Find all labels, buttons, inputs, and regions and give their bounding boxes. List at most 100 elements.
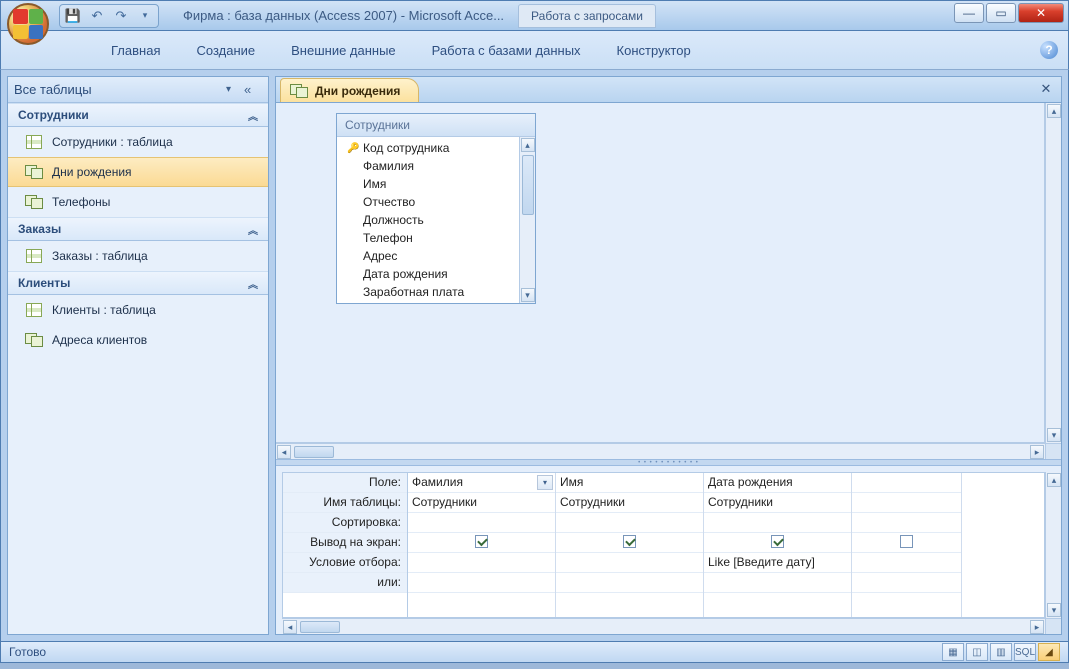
field-row[interactable]: Отчество (347, 193, 515, 211)
qat-dropdown-icon[interactable]: ▾ (136, 7, 154, 25)
scroll-left-icon[interactable]: ◂ (283, 620, 297, 634)
table-icon (24, 302, 44, 318)
nav-item-dni-rozhdeniya[interactable]: Дни рождения (8, 157, 268, 187)
cell-field[interactable]: Имя (556, 473, 703, 493)
ribbon-tab-home[interactable]: Главная (101, 37, 170, 64)
checkbox-icon[interactable] (771, 535, 784, 548)
ribbon-tab-dbtools[interactable]: Работа с базами данных (422, 37, 591, 64)
cell-table[interactable]: Сотрудники (408, 493, 555, 513)
view-datasheet-button[interactable]: ▦ (942, 643, 964, 661)
maximize-button[interactable]: ▭ (986, 3, 1016, 23)
document-tab[interactable]: Дни рождения (280, 78, 419, 102)
upper-horizontal-scrollbar[interactable]: ◂ ▸ (276, 443, 1045, 459)
lower-vertical-scrollbar[interactable]: ▴ ▾ (1045, 472, 1061, 618)
field-row[interactable]: Дата рождения (347, 265, 515, 283)
design-upper-pane[interactable]: Сотрудники 🔑Код сотрудника Фамилия Имя О… (276, 103, 1061, 459)
dropdown-icon[interactable]: ▾ (537, 475, 553, 490)
field-row[interactable]: Заработная плата (347, 283, 515, 301)
cell-or[interactable] (556, 573, 703, 593)
view-sql-button[interactable]: SQL (1014, 643, 1036, 661)
upper-vertical-scrollbar[interactable]: ▴ ▾ (1045, 103, 1061, 443)
cell-show[interactable] (704, 533, 851, 553)
scroll-down-icon[interactable]: ▾ (521, 288, 535, 302)
redo-icon[interactable]: ↷ (112, 7, 130, 25)
cell-show[interactable] (556, 533, 703, 553)
field-row[interactable]: Должность (347, 211, 515, 229)
view-design-button[interactable]: ◢ (1038, 643, 1060, 661)
nav-header-title: Все таблицы (14, 82, 92, 97)
nav-header[interactable]: Все таблицы ▾ « (8, 77, 268, 103)
cell-table[interactable]: Сотрудники (704, 493, 851, 513)
cell-show[interactable] (408, 533, 555, 553)
nav-item-label: Сотрудники : таблица (52, 135, 173, 149)
nav-item-sotrudniki-table[interactable]: Сотрудники : таблица (8, 127, 268, 157)
chevron-up-icon: ︽ (248, 108, 258, 123)
cell-criteria[interactable] (408, 553, 555, 573)
checkbox-icon[interactable] (900, 535, 913, 548)
grid-column: Дата рождения Сотрудники Like [Введите д… (704, 473, 852, 617)
cell-field[interactable]: Дата рождения (704, 473, 851, 493)
nav-group-zakazy[interactable]: Заказы ︽ (8, 217, 268, 241)
nav-dropdown-icon[interactable]: ▾ (226, 84, 240, 95)
field-row[interactable]: Фамилия (347, 157, 515, 175)
nav-item-adresa-klientov[interactable]: Адреса клиентов (8, 325, 268, 355)
design-grid-pane: Поле: Имя таблицы: Сортировка: Вывод на … (276, 466, 1061, 634)
nav-collapse-icon[interactable]: « (244, 82, 262, 97)
nav-item-label: Клиенты : таблица (52, 303, 156, 317)
document-close-button[interactable]: ✕ (1037, 81, 1055, 97)
field-row[interactable]: Телефон (347, 229, 515, 247)
scroll-down-icon[interactable]: ▾ (1047, 603, 1061, 617)
cell-sort[interactable] (408, 513, 555, 533)
undo-icon[interactable]: ↶ (88, 7, 106, 25)
scroll-right-icon[interactable]: ▸ (1030, 620, 1044, 634)
cell-criteria[interactable]: Like [Введите дату] (704, 553, 851, 573)
cell-table[interactable]: Сотрудники (556, 493, 703, 513)
scroll-up-icon[interactable]: ▴ (1047, 104, 1061, 118)
nav-item-telefony[interactable]: Телефоны (8, 187, 268, 217)
nav-item-zakazy-table[interactable]: Заказы : таблица (8, 241, 268, 271)
cell-field[interactable]: Фамилия▾ (408, 473, 555, 493)
nav-group-title: Клиенты (18, 276, 70, 290)
help-icon[interactable]: ? (1040, 41, 1058, 59)
field-list-title: Сотрудники (337, 114, 535, 137)
view-pivot-button[interactable]: ◫ (966, 643, 988, 661)
row-label-field: Поле: (283, 473, 407, 493)
field-row[interactable]: Имя (347, 175, 515, 193)
scroll-down-icon[interactable]: ▾ (1047, 428, 1061, 442)
nav-group-sotrudniki[interactable]: Сотрудники ︽ (8, 103, 268, 127)
field-row[interactable]: 🔑Код сотрудника (347, 139, 515, 157)
pane-splitter[interactable]: • • • • • • • • • • • (276, 459, 1061, 466)
office-button[interactable] (7, 3, 49, 45)
cell-sort[interactable] (556, 513, 703, 533)
ribbon-tab-create[interactable]: Создание (186, 37, 265, 64)
lower-horizontal-scrollbar[interactable]: ◂ ▸ (282, 618, 1045, 634)
cell-sort[interactable] (704, 513, 851, 533)
ribbon-tab-design[interactable]: Конструктор (607, 37, 701, 64)
scroll-thumb[interactable] (522, 155, 534, 215)
field-list-sotrudniki[interactable]: Сотрудники 🔑Код сотрудника Фамилия Имя О… (336, 113, 536, 304)
context-tab[interactable]: Работа с запросами (518, 4, 656, 28)
scroll-thumb[interactable] (300, 621, 340, 633)
field-row[interactable]: Адрес (347, 247, 515, 265)
field-list-scrollbar[interactable]: ▴ ▾ (519, 137, 535, 303)
scroll-up-icon[interactable]: ▴ (521, 138, 535, 152)
scroll-right-icon[interactable]: ▸ (1030, 445, 1044, 459)
cell-or[interactable] (704, 573, 851, 593)
cell-or[interactable] (408, 573, 555, 593)
cell-criteria[interactable] (556, 553, 703, 573)
checkbox-icon[interactable] (475, 535, 488, 548)
quick-access-toolbar: 💾 ↶ ↷ ▾ (59, 4, 159, 28)
title-bar: 💾 ↶ ↷ ▾ Фирма : база данных (Access 2007… (0, 0, 1069, 30)
nav-group-klienty[interactable]: Клиенты ︽ (8, 271, 268, 295)
ribbon-tab-external[interactable]: Внешние данные (281, 37, 406, 64)
checkbox-icon[interactable] (623, 535, 636, 548)
view-chart-button[interactable]: ▥ (990, 643, 1012, 661)
scroll-left-icon[interactable]: ◂ (277, 445, 291, 459)
scroll-up-icon[interactable]: ▴ (1047, 473, 1061, 487)
minimize-button[interactable]: — (954, 3, 984, 23)
save-icon[interactable]: 💾 (64, 7, 82, 25)
scroll-thumb[interactable] (294, 446, 334, 458)
nav-item-klienty-table[interactable]: Клиенты : таблица (8, 295, 268, 325)
close-button[interactable]: ✕ (1018, 3, 1064, 23)
query-design-pane: Сотрудники 🔑Код сотрудника Фамилия Имя О… (276, 103, 1061, 634)
